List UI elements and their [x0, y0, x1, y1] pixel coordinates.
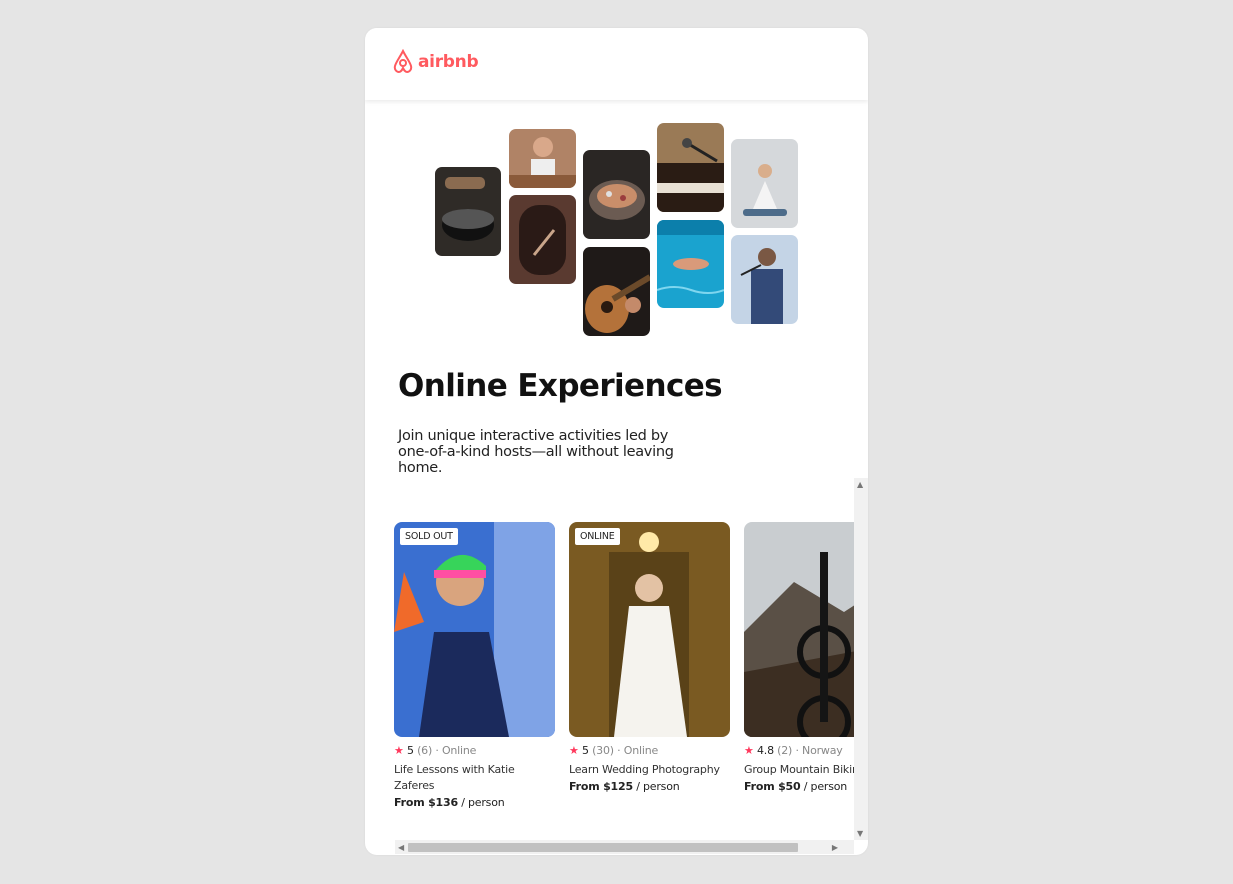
photo-yoga — [731, 139, 798, 228]
photo-dancer — [509, 195, 576, 284]
card-image[interactable]: SOLD OUT — [394, 522, 555, 737]
rating-line: ★ 5 (6) · Online — [394, 744, 555, 757]
price-unit: / person — [800, 780, 848, 793]
photo-singer — [731, 235, 798, 324]
location: · Online — [435, 744, 477, 757]
review-count: (6) — [417, 744, 433, 757]
rating-value: 4.8 — [756, 744, 774, 757]
airbnb-logo[interactable]: airbnb — [391, 49, 479, 74]
email-card: airbnb Online Experiences Join unique in… — [365, 28, 868, 855]
photo-guitar — [583, 247, 650, 336]
star-icon: ★ — [744, 744, 754, 757]
vertical-scrollbar[interactable]: ▲ ▼ — [854, 478, 868, 840]
rating-line: ★ 5 (30) · Online — [569, 744, 730, 757]
price-amount: From $136 — [394, 796, 458, 809]
price-amount: From $125 — [569, 780, 633, 793]
card-image[interactable]: ONLINE — [569, 522, 730, 737]
logo-wordmark: airbnb — [418, 51, 479, 72]
photo-swimmer — [657, 220, 724, 308]
card-price: From $50 / person — [744, 780, 854, 793]
experience-card[interactable]: ONLINE ★ 5 (30) · Online Learn Wedding P… — [569, 522, 730, 793]
page-title: Online Experiences — [398, 368, 723, 404]
scroll-right-icon[interactable]: ▶ — [832, 843, 838, 852]
review-count: (30) — [592, 744, 614, 757]
card-price: From $125 / person — [569, 780, 730, 793]
card-image[interactable] — [744, 522, 854, 737]
price-unit: / person — [457, 796, 505, 809]
location: · Norway — [795, 744, 843, 757]
rating-line: ★ 4.8 (2) · Norway — [744, 744, 854, 757]
horizontal-scrollbar[interactable]: ◀ ▶ — [395, 840, 854, 854]
page-subtitle: Join unique interactive activities led b… — [398, 428, 674, 476]
card-title[interactable]: Group Mountain Biking — [744, 762, 854, 778]
card-title[interactable]: Life Lessons with Katie Zaferes — [394, 762, 555, 794]
photo-bowl-food — [583, 150, 650, 239]
star-icon: ★ — [569, 744, 579, 757]
photo-cooking — [435, 167, 501, 256]
price-amount: From $50 — [744, 780, 801, 793]
experience-card[interactable]: ★ 4.8 (2) · Norway Group Mountain Biking… — [744, 522, 854, 793]
rating-value: 5 — [406, 744, 414, 757]
scroll-down-icon[interactable]: ▼ — [857, 829, 863, 838]
star-icon: ★ — [394, 744, 404, 757]
airbnb-logo-icon — [393, 49, 413, 74]
price-unit: / person — [632, 780, 680, 793]
rating-value: 5 — [581, 744, 589, 757]
card-price: From $136 / person — [394, 796, 555, 809]
card-title[interactable]: Learn Wedding Photography — [569, 762, 730, 778]
status-badge: ONLINE — [575, 528, 620, 545]
review-count: (2) — [777, 744, 793, 757]
scroll-up-icon[interactable]: ▲ — [857, 480, 863, 489]
location: · Online — [617, 744, 659, 757]
photo-woman-cooking — [509, 129, 576, 188]
status-badge: SOLD OUT — [400, 528, 458, 545]
experience-carousel[interactable]: SOLD OUT ★ 5 (6) · Online Life Lessons w… — [365, 478, 854, 840]
scroll-left-icon[interactable]: ◀ — [398, 843, 404, 852]
experience-card[interactable]: SOLD OUT ★ 5 (6) · Online Life Lessons w… — [394, 522, 555, 809]
photo-piano-mic — [657, 123, 724, 212]
header-bar: airbnb — [365, 28, 868, 100]
scrollbar-thumb[interactable] — [408, 843, 798, 852]
